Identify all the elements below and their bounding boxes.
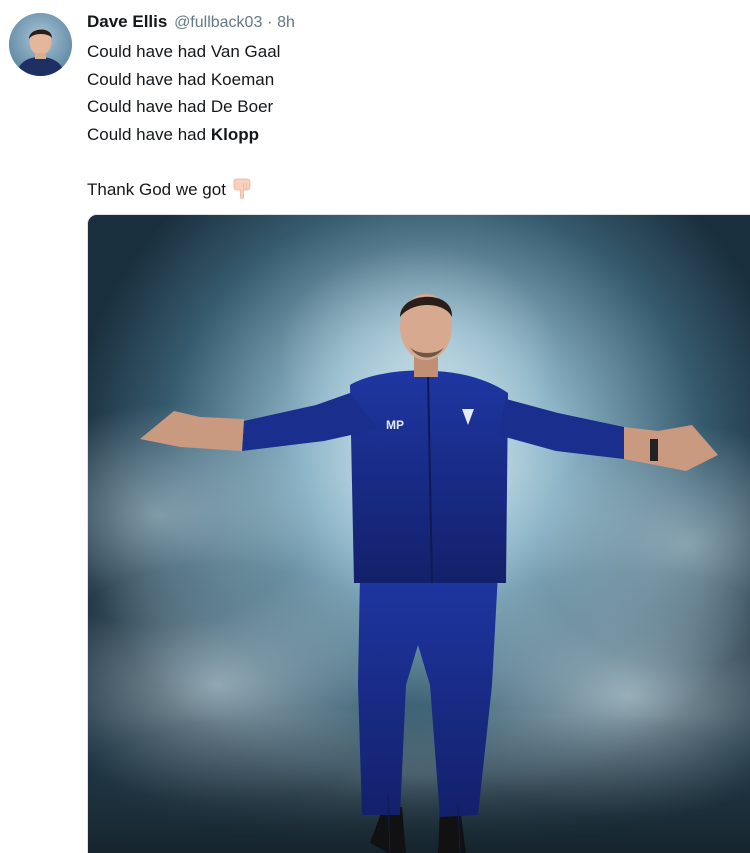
separator: · [267, 14, 273, 31]
line-name: Koeman [210, 69, 275, 89]
tweet-line: Could have had Klopp [87, 121, 280, 149]
line-name: Van Gaal [210, 42, 281, 61]
closing-text: Thank God we got [87, 179, 226, 199]
tweet-text: Could have had Van Gaal Could have had K… [87, 38, 280, 203]
line-prefix: Could have had [87, 124, 211, 144]
line-prefix: Could have had [87, 42, 211, 61]
pointing-down-icon [232, 178, 252, 200]
line-prefix: Could have had [87, 69, 211, 89]
tweet-line-closing: Thank God we got [87, 176, 280, 204]
avatar-image [9, 13, 72, 76]
line-name-bold: Klopp [210, 124, 259, 144]
manager-photo: MP [88, 215, 750, 853]
tweet-line: Could have had Koeman [87, 66, 280, 94]
tweet-line: Could have had De Boer [87, 93, 280, 121]
kit-initials: MP [386, 418, 404, 432]
tweet-media-image[interactable]: MP [87, 214, 750, 853]
line-name: De Boer [210, 97, 274, 116]
user-handle[interactable]: @fullback03 [174, 14, 262, 31]
line-prefix: Could have had [87, 97, 211, 116]
tweet-header: Dave Ellis @fullback03 · 8h [87, 11, 295, 34]
timestamp[interactable]: 8h [277, 14, 295, 31]
tweet[interactable]: Dave Ellis @fullback03 · 8h Could have h… [0, 0, 750, 853]
tweet-line: Could have had Van Gaal [87, 38, 280, 66]
avatar[interactable] [9, 13, 72, 76]
display-name[interactable]: Dave Ellis [87, 12, 167, 31]
